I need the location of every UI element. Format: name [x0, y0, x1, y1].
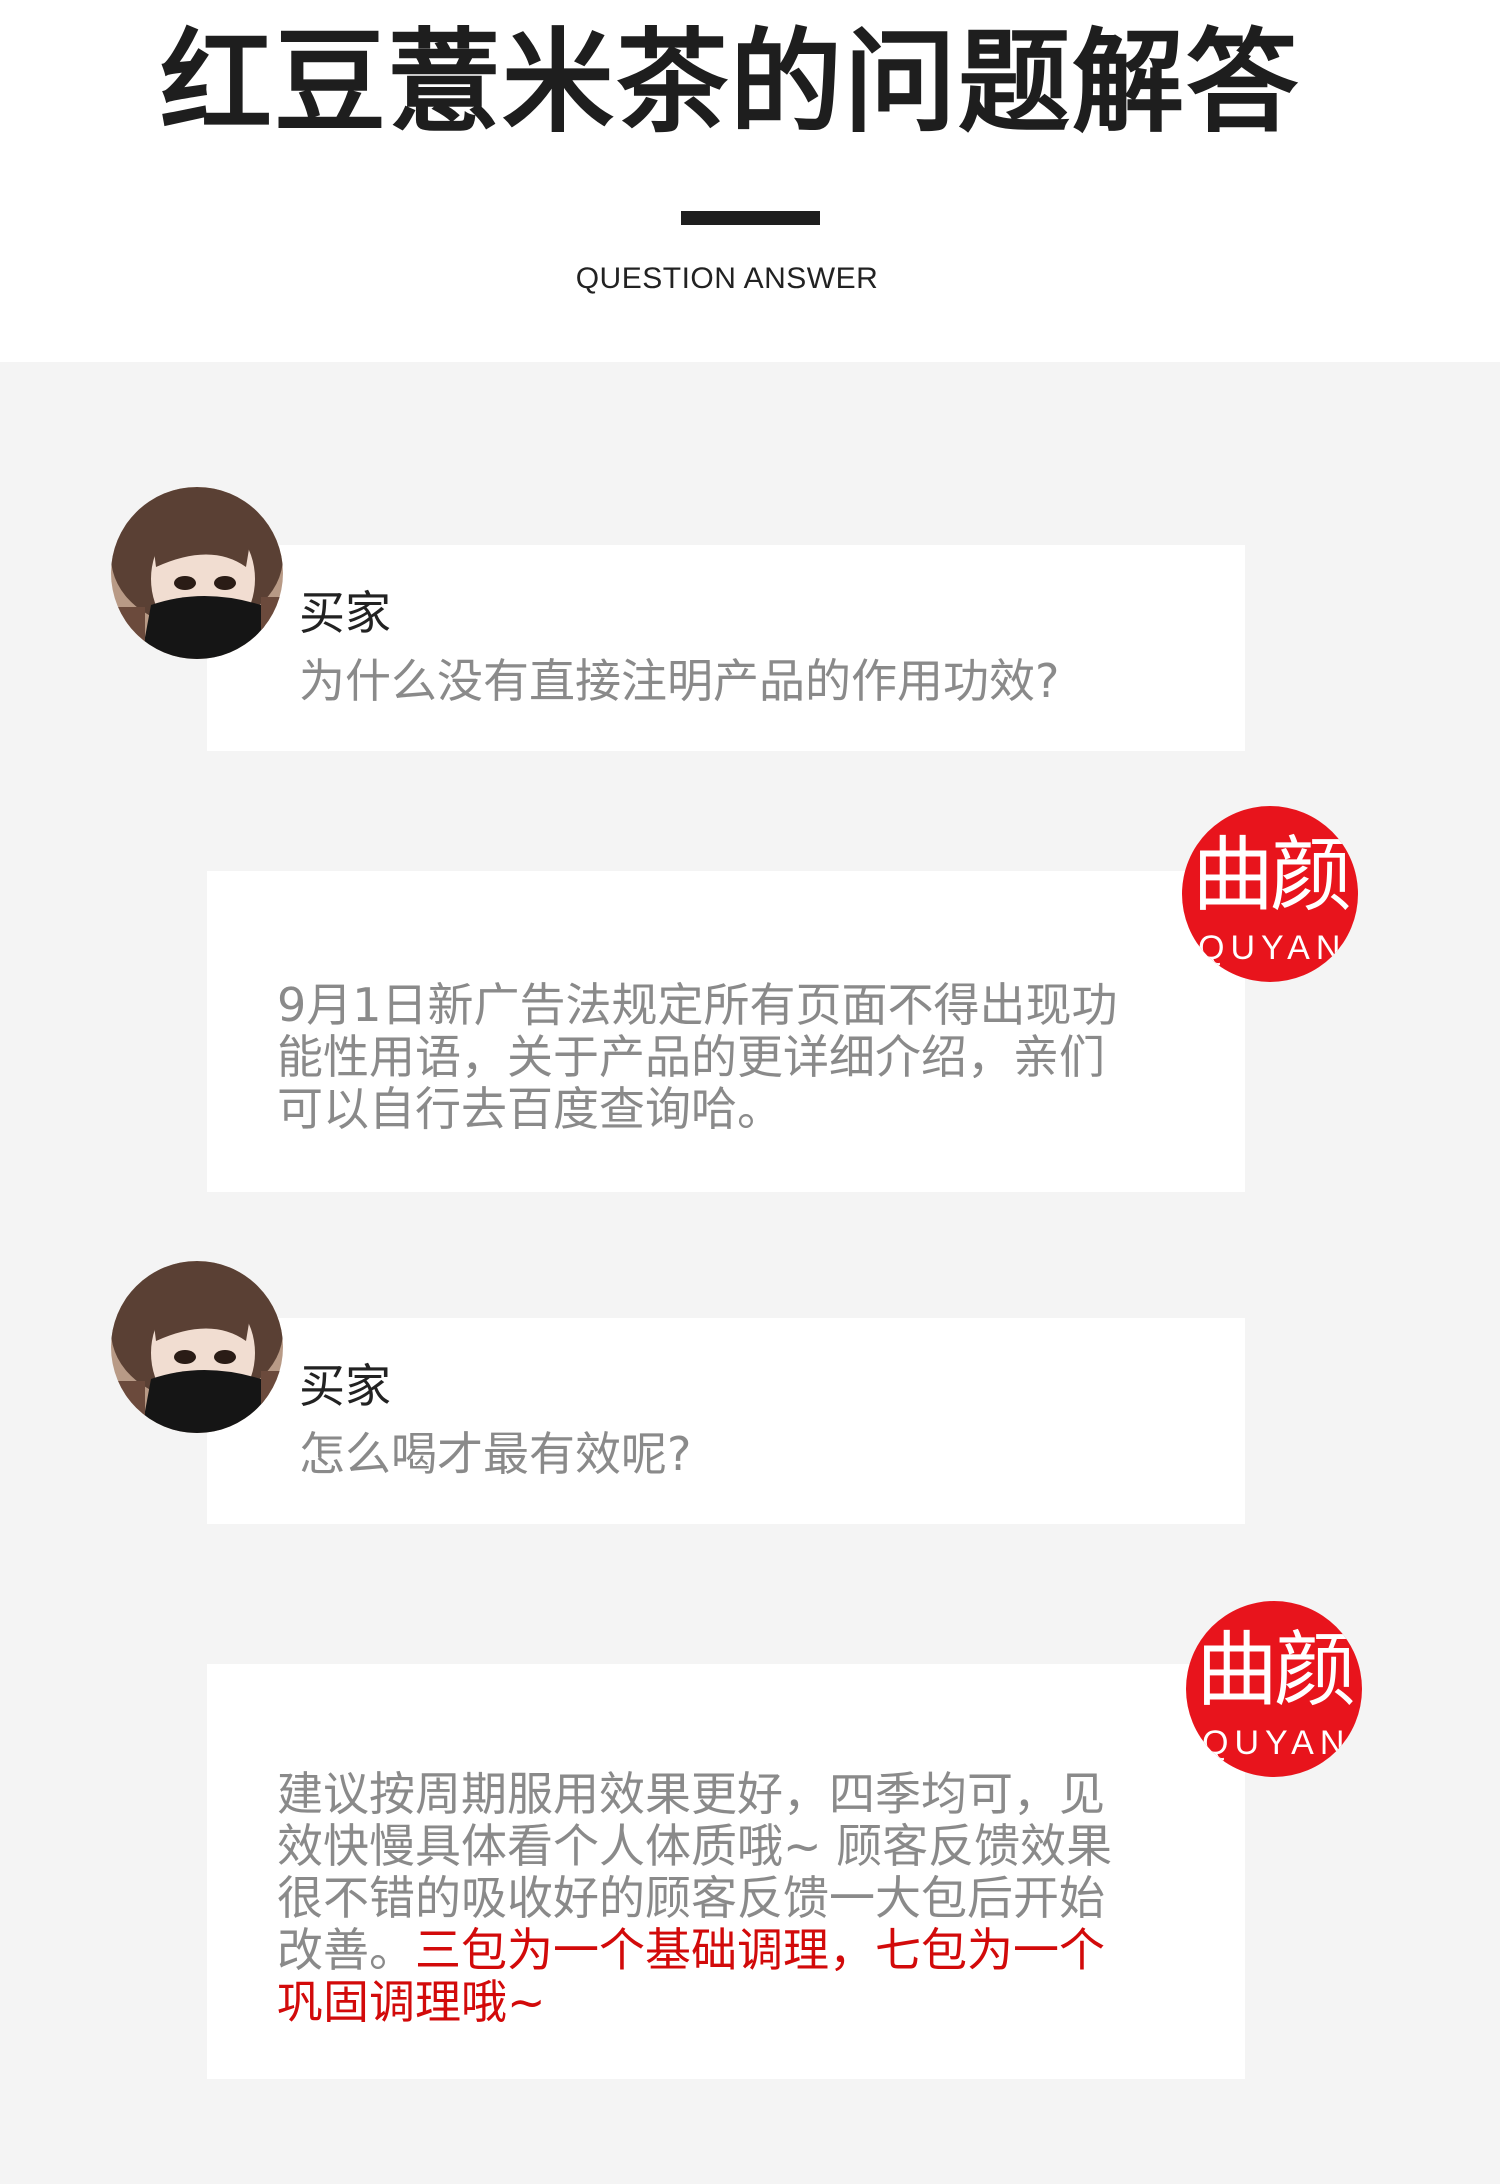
title-divider — [681, 211, 820, 225]
buyer-avatar — [111, 487, 283, 659]
buyer-avatar-image — [111, 487, 283, 659]
page-title: 红豆薏米茶的问题解答 — [160, 18, 1300, 148]
page-header: 红豆薏米茶的问题解答 QUESTION ANSWER — [0, 0, 1500, 362]
brand-logo: 曲颜 QUYAN — [1182, 806, 1358, 982]
brand-logo-mark: 曲颜 — [1191, 828, 1352, 923]
answer-card-2: 建议按周期服用效果更好，四季均可，见 效快慢具体看个人体质哦~ 顾客反馈效果 很… — [207, 1664, 1245, 2079]
answer-line: 很不错的吸收好的顾客反馈一大包后开始 — [277, 1871, 1105, 1925]
asker-name: 买家 — [299, 586, 391, 640]
answer-line: 可以自行去百度查询哈。 — [277, 1082, 783, 1136]
answer-text: 9月1日新广告法规定所有页面不得出现功 能性用语，关于产品的更详细介绍，亲们 可… — [277, 979, 1187, 1135]
answer-card-1: 9月1日新广告法规定所有页面不得出现功 能性用语，关于产品的更详细介绍，亲们 可… — [207, 871, 1245, 1192]
answer-highlight-text: 巩固调理哦~ — [277, 1975, 546, 2029]
question-card-1: 买家 为什么没有直接注明产品的作用功效? — [207, 545, 1245, 751]
answer-plain-text: 改善。 — [277, 1923, 415, 1977]
question-text: 为什么没有直接注明产品的作用功效? — [299, 654, 1060, 708]
buyer-avatar-image — [111, 1261, 283, 1433]
answer-line: 9月1日新广告法规定所有页面不得出现功 — [277, 978, 1118, 1032]
brand-logo-wordmark: QUYAN — [1202, 1724, 1351, 1762]
asker-name: 买家 — [299, 1359, 391, 1413]
brand-logo: 曲颜 QUYAN — [1186, 1601, 1362, 1777]
answer-line: 建议按周期服用效果更好，四季均可，见 — [277, 1767, 1105, 1821]
answer-highlight-text: 三包为一个基础调理，七包为一个 — [415, 1923, 1105, 1977]
buyer-avatar — [111, 1261, 283, 1433]
answer-line: 效快慢具体看个人体质哦~ 顾客反馈效果 — [277, 1819, 1113, 1873]
answer-line: 能性用语，关于产品的更详细介绍，亲们 — [277, 1030, 1105, 1084]
question-card-2: 买家 怎么喝才最有效呢? — [207, 1318, 1245, 1524]
answer-text: 建议按周期服用效果更好，四季均可，见 效快慢具体看个人体质哦~ 顾客反馈效果 很… — [277, 1768, 1187, 2028]
brand-logo-mark: 曲颜 — [1195, 1623, 1356, 1718]
answer-line: 改善。三包为一个基础调理，七包为一个 — [277, 1924, 1187, 1976]
brand-logo-wordmark: QUYAN — [1198, 929, 1347, 967]
page-subtitle: QUESTION ANSWER — [575, 262, 879, 295]
question-text: 怎么喝才最有效呢? — [299, 1427, 692, 1481]
